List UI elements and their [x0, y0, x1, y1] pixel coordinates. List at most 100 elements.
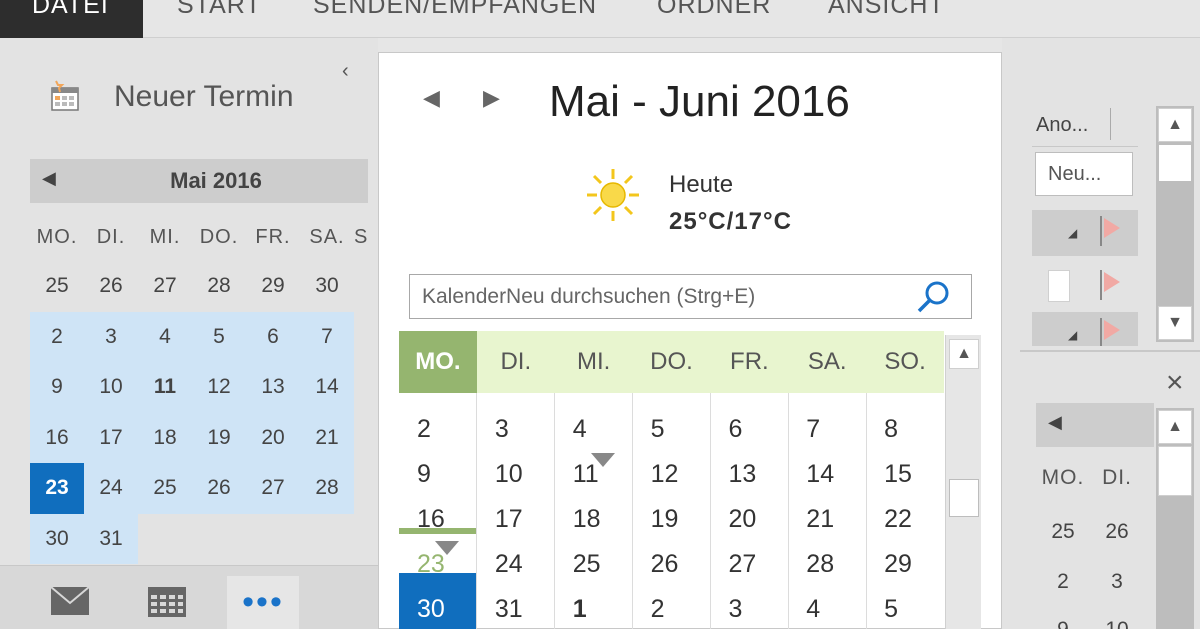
calendar-icon[interactable]	[147, 586, 187, 618]
flag-icon[interactable]	[1104, 218, 1120, 238]
day-cell[interactable]: 17	[84, 412, 138, 463]
day-cell[interactable]: 2	[633, 587, 711, 629]
day-cell[interactable]: 25	[1036, 520, 1090, 544]
day-cell[interactable]: 4	[138, 311, 192, 362]
day-cell[interactable]: 13	[710, 452, 788, 497]
day-cell[interactable]: 9	[399, 452, 477, 497]
more-modules-button[interactable]: •••	[227, 576, 299, 629]
day-cell[interactable]: 3	[710, 587, 788, 629]
day-cell[interactable]: 19	[192, 412, 246, 463]
collapse-pane-button[interactable]: ‹	[342, 60, 349, 83]
task-row[interactable]	[1032, 264, 1138, 310]
day-cell[interactable]: 20	[246, 412, 300, 463]
day-cell[interactable]: 21	[300, 412, 354, 463]
day-cell[interactable]: 24	[477, 542, 555, 587]
day-cell[interactable]: 31	[84, 513, 138, 564]
day-cell[interactable]: 13	[246, 362, 300, 413]
day-cell[interactable]: 25	[30, 261, 84, 312]
task-scrollbar[interactable]: ▲ ▼	[1156, 106, 1194, 342]
day-cell[interactable]: 14	[300, 362, 354, 413]
day-cell[interactable]: 4	[555, 407, 633, 452]
day-cell[interactable]: 26	[84, 261, 138, 312]
task-checkbox[interactable]	[1048, 270, 1070, 302]
day-cell[interactable]: 2	[1036, 570, 1090, 594]
task-group-row[interactable]: ◢	[1032, 210, 1138, 256]
day-cell[interactable]: 5	[866, 587, 944, 629]
day-cell[interactable]: 26	[192, 463, 246, 514]
day-cell[interactable]: 3	[477, 407, 555, 452]
day-cell[interactable]: 25	[555, 542, 633, 587]
day-cell[interactable]: 31	[477, 587, 555, 629]
tab-datei[interactable]: DATEI	[0, 0, 143, 38]
day-cell[interactable]: 10	[477, 452, 555, 497]
day-cell[interactable]: 24	[84, 463, 138, 514]
day-cell[interactable]: 25	[138, 463, 192, 514]
day-cell[interactable]: 5	[633, 407, 711, 452]
day-cell[interactable]: 20	[710, 497, 788, 542]
mail-icon[interactable]	[50, 586, 90, 616]
day-cell[interactable]: 9	[1036, 618, 1090, 629]
day-cell[interactable]: 27	[710, 542, 788, 587]
prev-period-button[interactable]: ◀	[423, 85, 440, 111]
search-icon[interactable]	[915, 280, 951, 314]
calendar-scrollbar[interactable]: ▲	[945, 335, 981, 629]
scroll-up-icon[interactable]: ▲	[1158, 410, 1192, 444]
day-cell[interactable]: 14	[788, 452, 866, 497]
flag-icon[interactable]	[1104, 272, 1120, 292]
new-task-input[interactable]: Neu...	[1035, 152, 1133, 196]
day-cell-selected[interactable]: 30	[399, 587, 477, 629]
day-cell[interactable]: 12	[633, 452, 711, 497]
day-cell[interactable]: 6	[246, 311, 300, 362]
day-cell[interactable]: 28	[192, 261, 246, 312]
day-cell[interactable]: 30	[30, 513, 84, 564]
scroll-down-icon[interactable]: ▼	[1158, 306, 1192, 340]
calendar-search-input[interactable]: KalenderNeu durchsuchen (Strg+E)	[409, 274, 972, 319]
next-period-button[interactable]: ▶	[483, 85, 500, 111]
day-cell-month-start[interactable]: 1	[555, 587, 633, 629]
day-cell[interactable]: 10	[84, 362, 138, 413]
day-cell[interactable]: 18	[555, 497, 633, 542]
day-cell[interactable]: 7	[300, 311, 354, 362]
todo-mini-scrollbar[interactable]: ▲	[1156, 408, 1194, 629]
expand-triangle-icon[interactable]: ◢	[1068, 226, 1077, 240]
day-cell[interactable]: 26	[633, 542, 711, 587]
day-cell[interactable]: 8	[866, 407, 944, 452]
day-cell[interactable]: 3	[1090, 570, 1144, 594]
day-cell[interactable]: 29	[866, 542, 944, 587]
day-cell[interactable]: 5	[192, 311, 246, 362]
arrange-by-header[interactable]: Ano...	[1036, 114, 1088, 137]
todo-mini-prev-button[interactable]: ◀	[1048, 412, 1062, 433]
flag-icon[interactable]	[1104, 320, 1120, 340]
day-cell[interactable]: 30	[300, 261, 354, 312]
day-cell[interactable]: 7	[788, 407, 866, 452]
day-cell[interactable]: 10	[1090, 618, 1144, 629]
day-cell[interactable]: 19	[633, 497, 711, 542]
day-cell[interactable]: 18	[138, 412, 192, 463]
day-cell[interactable]: 17	[477, 497, 555, 542]
close-icon[interactable]: ×	[1166, 366, 1184, 400]
scroll-up-icon[interactable]: ▲	[949, 339, 979, 369]
day-cell[interactable]: 2	[399, 407, 477, 452]
day-cell[interactable]: 21	[788, 497, 866, 542]
day-cell-today[interactable]: 23	[30, 463, 84, 514]
day-cell[interactable]: 28	[300, 463, 354, 514]
tab-senden-empfangen[interactable]: SENDEN/EMPFANGEN	[313, 0, 597, 20]
tab-ordner[interactable]: ORDNER	[657, 0, 771, 20]
day-cell[interactable]: 15	[866, 452, 944, 497]
day-cell[interactable]: 27	[246, 463, 300, 514]
day-cell[interactable]: 6	[710, 407, 788, 452]
day-cell[interactable]: 26	[1090, 520, 1144, 544]
day-cell[interactable]: 28	[788, 542, 866, 587]
scroll-up-icon[interactable]: ▲	[1158, 108, 1192, 142]
tab-start[interactable]: START	[177, 0, 262, 20]
day-cell[interactable]: 3	[84, 311, 138, 362]
day-cell[interactable]: 9	[30, 362, 84, 413]
scroll-thumb[interactable]	[949, 479, 979, 517]
tab-ansicht[interactable]: ANSICHT	[828, 0, 945, 20]
day-cell[interactable]: 4	[788, 587, 866, 629]
day-cell[interactable]: 12	[192, 362, 246, 413]
expand-triangle-icon[interactable]: ◢	[1068, 328, 1077, 342]
day-cell[interactable]: 16	[30, 412, 84, 463]
day-cell[interactable]: 16	[399, 497, 477, 542]
day-cell[interactable]: 29	[246, 261, 300, 312]
